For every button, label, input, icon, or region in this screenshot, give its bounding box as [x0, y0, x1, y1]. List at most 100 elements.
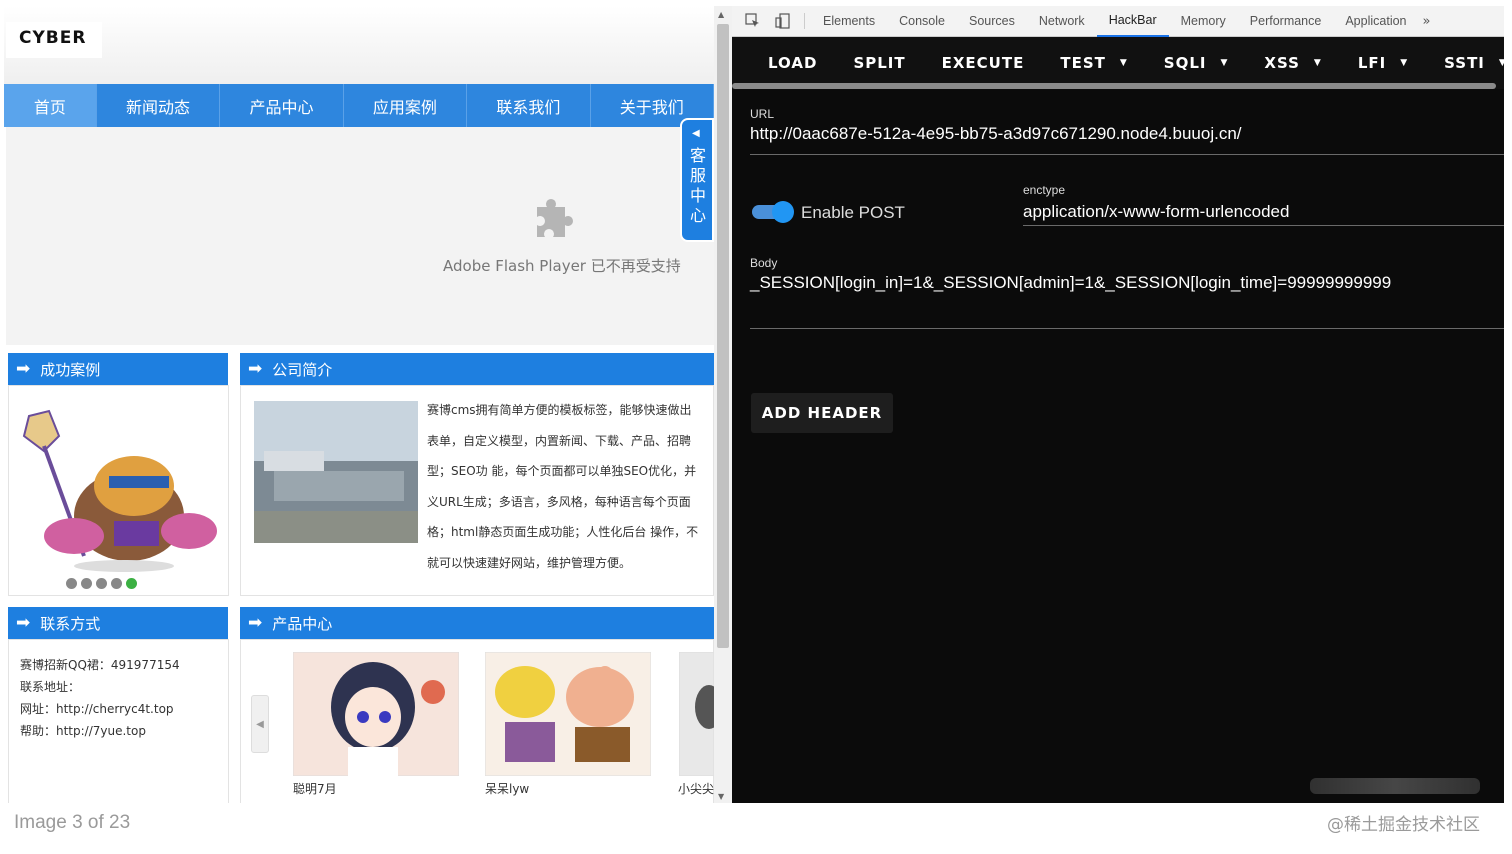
device-toolbar-icon[interactable]	[774, 12, 792, 30]
slide-dot[interactable]	[81, 578, 92, 589]
contact-address: 联系地址：	[20, 680, 81, 694]
enctype-select[interactable]: application/x-www-form-urlencoded	[1023, 202, 1289, 222]
scroll-up-icon[interactable]: ▲	[718, 10, 724, 19]
nav-item-products[interactable]: 产品中心	[220, 84, 344, 127]
toggle-knob	[772, 201, 794, 223]
flash-unsupported-text: Adobe Flash Player 已不再受支持	[443, 257, 681, 275]
watermark: @稀土掘金技术社区	[1327, 815, 1480, 835]
execute-button[interactable]: EXECUTE	[924, 37, 1043, 89]
execute-label: EXECUTE	[941, 54, 1025, 72]
product-caption[interactable]: 小尖尖	[678, 780, 714, 797]
site-logo[interactable]: CYBER	[6, 22, 102, 58]
sqli-label: SQLI	[1163, 54, 1207, 72]
devtools-panel: Elements Console Sources Network HackBar…	[732, 6, 1506, 803]
enctype-underline	[1023, 225, 1504, 226]
add-header-button[interactable]: ADD HEADER	[751, 393, 893, 433]
collapse-arrow-icon[interactable]: ◀	[692, 128, 700, 139]
intro-line: 义URL生成；多语言，多风格，每种语言每个页面	[427, 494, 691, 509]
ssti-menu-button[interactable]: SSTI ▼	[1426, 37, 1512, 89]
right-arrow-icon: ➡	[16, 359, 31, 379]
nav-item-news[interactable]: 新闻动态	[97, 84, 221, 127]
cases-panel-title: 成功案例	[40, 360, 101, 379]
intro-line: 型；SEO功 能，每个页面都可以单独SEO优化，并	[427, 464, 697, 479]
lfi-label: LFI	[1357, 54, 1387, 72]
caret-down-icon: ▼	[1119, 58, 1128, 68]
cases-panel-header: ➡ 成功案例	[8, 353, 228, 385]
slide-dot[interactable]	[111, 578, 122, 589]
xss-label: XSS	[1264, 54, 1300, 72]
url-field[interactable]: http://0aac687e-512a-4e95-bb75-a3d97c671…	[750, 124, 1242, 144]
sqli-menu-button[interactable]: SQLI ▼	[1146, 37, 1247, 89]
puzzle-plugin-icon	[537, 199, 573, 237]
customer-service-label: 客服中心	[689, 146, 706, 225]
product-image[interactable]	[679, 652, 714, 776]
lfi-menu-button[interactable]: LFI ▼	[1340, 37, 1426, 89]
caret-down-icon: ▼	[1220, 58, 1229, 68]
contact-info: 赛博招新QQ裙：491977154 联系地址： 网址：http://cherry…	[20, 654, 180, 742]
products-panel-header: ➡ 产品中心	[240, 607, 714, 639]
xss-menu-button[interactable]: XSS ▼	[1246, 37, 1339, 89]
contact-panel-header: ➡ 联系方式	[8, 607, 228, 639]
contact-help[interactable]: 帮助：http://7yue.top	[20, 720, 180, 742]
nav-item-home[interactable]: 首页	[4, 84, 97, 127]
slide-dot[interactable]	[96, 578, 107, 589]
intro-line: 格；html静态页面生成功能；人性化后台 操作，不	[427, 525, 699, 540]
right-arrow-icon: ➡	[248, 359, 263, 379]
hackbar-toolbar: LOAD SPLIT EXECUTE TEST ▼ SQLI ▼ XSS ▼ LFI ▼…	[732, 37, 1506, 89]
load-button[interactable]: LOAD	[732, 37, 835, 89]
tab-elements[interactable]: Elements	[811, 6, 887, 37]
intro-line: 就可以快速建好网站，维护管理方便。	[427, 555, 632, 570]
body-field[interactable]: _SESSION[login_in]=1&_SESSION[admin]=1&_…	[750, 273, 1391, 293]
flash-placeholder: Adobe Flash Player 已不再受支持	[6, 127, 714, 345]
tab-memory[interactable]: Memory	[1169, 6, 1238, 37]
tab-application[interactable]: Application	[1333, 6, 1418, 37]
case-slide-image[interactable]	[14, 406, 219, 576]
nav-item-cases[interactable]: 应用案例	[344, 84, 468, 127]
body-underline	[750, 328, 1504, 329]
carousel-prev-button[interactable]: ◀	[251, 695, 269, 753]
intro-line: 表单，自定义模型，内置新闻、下载、产品、招聘	[427, 433, 692, 448]
slide-dot-active[interactable]	[126, 578, 137, 589]
body-label: Body	[750, 256, 778, 270]
test-menu-button[interactable]: TEST ▼	[1042, 37, 1145, 89]
tab-hackbar[interactable]: HackBar	[1096, 6, 1169, 37]
product-image[interactable]	[293, 652, 459, 776]
scrollbar-thumb[interactable]	[717, 24, 729, 648]
image-counter: Image 3 of 23	[14, 812, 131, 833]
main-nav: 首页 新闻动态 产品中心 应用案例 联系我们 关于我们	[4, 84, 714, 127]
page-scrollbar[interactable]: ▲ ▼	[714, 6, 732, 803]
inspect-element-icon[interactable]	[744, 12, 762, 30]
tab-separator	[804, 13, 805, 29]
right-arrow-icon: ➡	[16, 613, 31, 633]
more-tabs-icon[interactable]: »	[1423, 14, 1431, 29]
customer-service-tab[interactable]: ◀ 客服中心	[680, 118, 714, 242]
tab-sources[interactable]: Sources	[957, 6, 1027, 37]
website-viewport: CYBER 首页 新闻动态 产品中心 应用案例 联系我们 关于我们 Adobe …	[4, 6, 714, 803]
contact-website[interactable]: 网址：http://cherryc4t.top	[20, 698, 180, 720]
split-button[interactable]: SPLIT	[835, 37, 923, 89]
scroll-down-icon[interactable]: ▼	[718, 792, 724, 801]
tab-console[interactable]: Console	[887, 6, 957, 37]
load-label: LOAD	[768, 54, 818, 72]
caret-down-icon: ▼	[1400, 58, 1409, 68]
contact-qq: 赛博招新QQ裙：491977154	[20, 658, 180, 672]
tab-performance[interactable]: Performance	[1238, 6, 1334, 37]
product-caption[interactable]: 呆呆lyw	[485, 780, 529, 797]
nav-item-contact[interactable]: 联系我们	[467, 84, 591, 127]
screenshot-root: CYBER 首页 新闻动态 产品中心 应用案例 联系我们 关于我们 Adobe …	[0, 0, 1512, 854]
caret-down-icon: ▼	[1313, 58, 1322, 68]
intro-text: 赛博cms拥有简单方便的模板标签，能够快速做出 表单，自定义模型，内置新闻、下载…	[427, 395, 714, 579]
enable-post-toggle[interactable]	[752, 201, 794, 223]
product-caption[interactable]: 聪明7月	[293, 780, 337, 797]
intro-panel-title: 公司简介	[272, 360, 333, 379]
split-label: SPLIT	[853, 54, 906, 72]
slide-dot[interactable]	[66, 578, 77, 589]
tab-network[interactable]: Network	[1027, 6, 1097, 37]
product-image[interactable]	[485, 652, 651, 776]
devtools-tab-bar: Elements Console Sources Network HackBar…	[732, 6, 1504, 37]
blurred-region	[1310, 778, 1480, 794]
caret-down-icon: ▼	[1498, 58, 1507, 68]
test-label: TEST	[1060, 54, 1106, 72]
intro-panel-header: ➡ 公司简介	[240, 353, 714, 385]
slide-dots	[66, 578, 137, 589]
